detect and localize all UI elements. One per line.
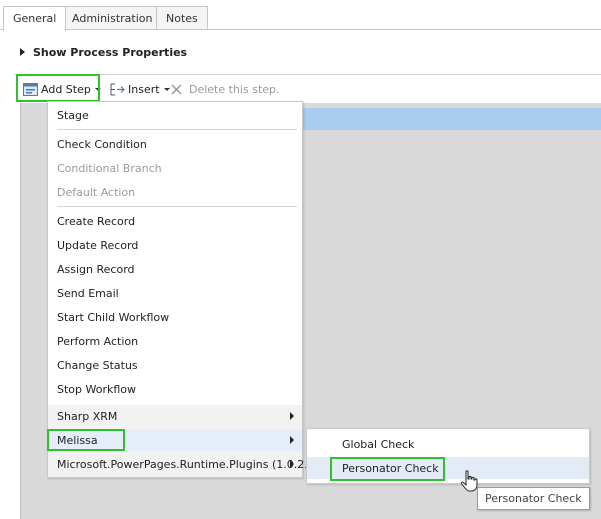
tab-general[interactable]: General — [3, 6, 67, 31]
delete-step-button[interactable]: Delete this step. — [170, 81, 280, 97]
tab-notes[interactable]: Notes — [156, 6, 208, 30]
insert-button[interactable]: Insert — [109, 81, 170, 97]
show-process-properties-toggle[interactable]: Show Process Properties — [20, 44, 187, 60]
menu-item-start-child-workflow[interactable]: Start Child Workflow — [57, 307, 169, 327]
insert-icon — [110, 83, 125, 95]
menu-separator — [57, 129, 297, 130]
highlight-personator-check — [330, 457, 445, 481]
menu-item-update-record[interactable]: Update Record — [57, 235, 138, 255]
menu-item-change-status[interactable]: Change Status — [57, 355, 138, 375]
submenu-item-global-check[interactable]: Global Check — [342, 434, 414, 454]
menu-item-default-action: Default Action — [57, 185, 136, 199]
selected-stage-bar[interactable] — [300, 108, 601, 130]
chevron-down-icon — [163, 88, 170, 91]
delete-icon — [171, 83, 182, 95]
menu-item-stop-workflow[interactable]: Stop Workflow — [57, 379, 136, 399]
menu-item-sharp-xrm[interactable]: Sharp XRM — [57, 406, 117, 426]
hand-cursor-icon — [460, 470, 478, 492]
menu-separator — [57, 206, 297, 207]
show-process-properties-label: Show Process Properties — [33, 45, 188, 59]
tab-administration[interactable]: Administration — [62, 6, 163, 30]
tab-divider — [0, 29, 601, 30]
menu-item-powerpages-plugins[interactable]: Microsoft.PowerPages.Runtime.Plugins (1.… — [57, 454, 315, 474]
tooltip: Personator Check — [477, 487, 590, 510]
expand-arrow-icon — [20, 48, 25, 56]
menu-item-perform-action[interactable]: Perform Action — [57, 331, 138, 351]
submenu-arrow-icon — [290, 412, 294, 420]
delete-step-label: Delete this step. — [189, 82, 280, 96]
menu-item-send-email[interactable]: Send Email — [57, 283, 119, 303]
menu-item-conditional-branch: Conditional Branch — [57, 161, 162, 175]
highlight-add-step — [16, 74, 100, 102]
highlight-melissa — [47, 429, 125, 451]
insert-label: Insert — [128, 82, 160, 96]
menu-item-stage[interactable]: Stage — [57, 105, 89, 125]
menu-item-assign-record[interactable]: Assign Record — [57, 259, 135, 279]
submenu-arrow-icon — [290, 436, 294, 444]
canvas-edge — [20, 103, 21, 519]
submenu-arrow-icon — [290, 460, 294, 468]
menu-item-create-record[interactable]: Create Record — [57, 211, 135, 231]
menu-item-check-condition[interactable]: Check Condition — [57, 134, 147, 154]
section-divider — [14, 74, 601, 75]
